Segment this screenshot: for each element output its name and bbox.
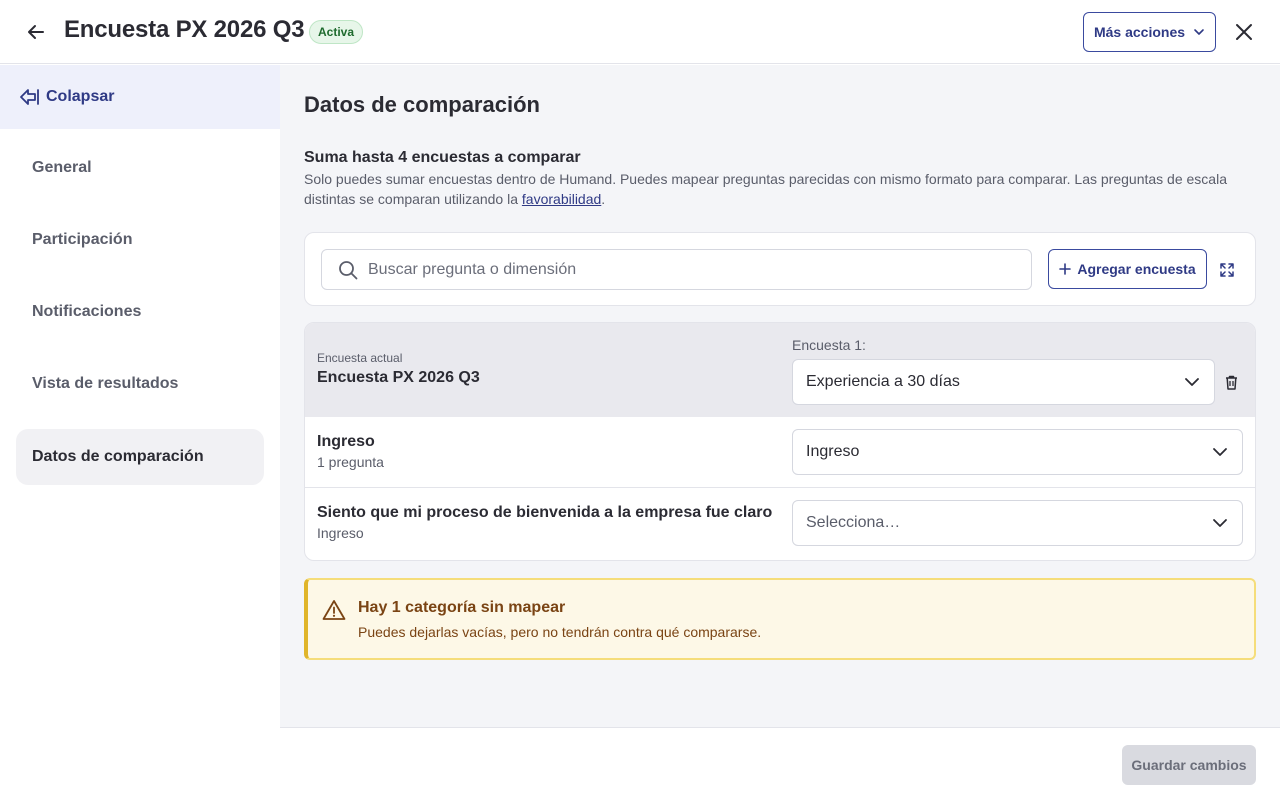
table-row: Ingreso 1 pregunta Ingreso — [305, 417, 1255, 488]
add-survey-label: Agregar encuesta — [1077, 261, 1196, 277]
warning-icon — [322, 600, 346, 620]
sidebar-item-general[interactable]: General — [16, 140, 264, 196]
row-title: Siento que mi proceso de bienvenida a la… — [317, 504, 773, 521]
more-actions-button[interactable]: Más acciones — [1083, 12, 1216, 52]
expand-icon — [1220, 263, 1234, 277]
sidebar-item-vista-resultados[interactable]: Vista de resultados — [16, 356, 264, 412]
section-title: Datos de comparación — [304, 92, 540, 117]
description-end: . — [601, 191, 606, 207]
collapse-icon — [20, 89, 39, 105]
compare-survey-select[interactable]: Experiencia a 30 días — [792, 359, 1215, 405]
row-subtitle: Ingreso — [317, 525, 364, 541]
save-button[interactable]: Guardar cambios — [1122, 745, 1256, 785]
plus-icon — [1059, 263, 1072, 275]
add-survey-button[interactable]: Agregar encuesta — [1048, 249, 1207, 289]
table-header: Encuesta actual Encuesta PX 2026 Q3 Encu… — [305, 323, 1255, 417]
table-row: Siento que mi proceso de bienvenida a la… — [305, 488, 1255, 559]
status-badge: Activa — [309, 20, 364, 44]
chevron-down-icon — [1213, 519, 1227, 527]
main-content: Datos de comparación Suma hasta 4 encues… — [280, 65, 1280, 727]
collapse-label: Colapsar — [46, 88, 115, 105]
favorabilidad-link[interactable]: favorabilidad — [522, 191, 601, 207]
chevron-down-icon — [1194, 29, 1204, 35]
sidebar: Colapsar General Participación Notificac… — [0, 65, 280, 800]
category-select[interactable]: Ingreso — [792, 429, 1243, 475]
current-survey-label: Encuesta actual — [317, 351, 403, 365]
top-bar: Encuesta PX 2026 Q3 Activa Más acciones — [0, 0, 1280, 64]
sidebar-item-label: Vista de resultados — [32, 375, 179, 392]
delete-survey-button[interactable] — [1222, 373, 1240, 391]
collapse-button[interactable]: Colapsar — [0, 65, 280, 129]
section-subtitle: Suma hasta 4 encuestas a comparar — [304, 149, 581, 166]
search-input[interactable] — [368, 260, 1008, 279]
arrow-left-icon — [28, 25, 44, 39]
back-button[interactable] — [22, 18, 50, 46]
close-icon — [1236, 24, 1252, 40]
trash-icon — [1225, 375, 1237, 390]
footer-bar: Guardar cambios — [280, 727, 1280, 800]
sidebar-item-label: General — [32, 159, 92, 176]
alert-title: Hay 1 categoría sin mapear — [358, 599, 566, 616]
chevron-down-icon — [1213, 448, 1227, 456]
sidebar-item-participacion[interactable]: Participación — [16, 212, 264, 268]
question-select-value: Selecciona… — [806, 514, 901, 531]
section-description: Solo puedes sumar encuestas dentro de Hu… — [304, 169, 1264, 209]
row-subtitle: 1 pregunta — [317, 454, 384, 470]
sidebar-item-label: Notificaciones — [32, 303, 142, 320]
sidebar-item-notificaciones[interactable]: Notificaciones — [16, 284, 264, 340]
compare-survey-value: Experiencia a 30 días — [806, 373, 960, 390]
description-text: Solo puedes sumar encuestas dentro de Hu… — [304, 171, 1227, 207]
search-card: Agregar encuesta — [304, 232, 1256, 306]
search-field[interactable] — [321, 249, 1032, 290]
sidebar-item-label: Datos de comparación — [32, 448, 204, 465]
mapping-table: Encuesta actual Encuesta PX 2026 Q3 Encu… — [304, 322, 1256, 561]
chevron-down-icon — [1185, 378, 1199, 386]
expand-button[interactable] — [1216, 259, 1238, 281]
alert-text: Puedes dejarlas vacías, pero no tendrán … — [358, 624, 762, 640]
current-survey-name: Encuesta PX 2026 Q3 — [317, 369, 480, 386]
page-title: Encuesta PX 2026 Q3 — [64, 16, 305, 43]
close-button[interactable] — [1230, 18, 1258, 46]
sidebar-item-label: Participación — [32, 231, 133, 248]
category-select-value: Ingreso — [806, 443, 860, 460]
sidebar-item-datos-comparacion[interactable]: Datos de comparación — [16, 429, 264, 485]
question-select[interactable]: Selecciona… — [792, 500, 1243, 546]
more-actions-label: Más acciones — [1093, 24, 1186, 40]
row-title: Ingreso — [317, 433, 375, 450]
warning-alert: Hay 1 categoría sin mapear Puedes dejarl… — [304, 578, 1256, 660]
search-icon — [339, 260, 358, 279]
compare-survey-label: Encuesta 1: — [792, 337, 866, 353]
